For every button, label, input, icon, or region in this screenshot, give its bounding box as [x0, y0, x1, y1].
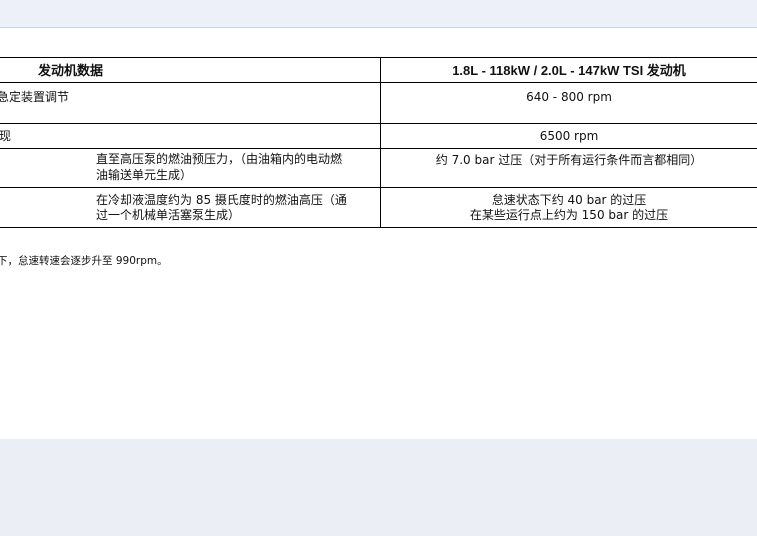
table-header-col2: 1.8L - 118kW / 2.0L - 147kW TSI 发动机	[452, 63, 686, 78]
table-row-label: 现	[0, 129, 12, 143]
table-row-value-line2: 在某些运行点上约为 150 bar 的过压	[469, 208, 669, 222]
document-page: 发动机数据 1.8L - 118kW / 2.0L - 147kW TSI 发动…	[0, 28, 757, 439]
table-row-divider	[0, 123, 757, 124]
table-row-label: 急定装置调节	[0, 90, 70, 104]
table-top-border	[0, 57, 757, 58]
table-row-value: 6500 rpm	[539, 129, 599, 143]
table-row-label-line1: 在冷却液温度约为 85 摄氏度时的燃油高压（通	[96, 193, 347, 207]
table-row-value: 约 7.0 bar 过压（对于所有运行条件而言都相同）	[435, 153, 703, 167]
table-row-value: 640 - 800 rpm	[526, 90, 612, 104]
table-header-col1: 发动机数据	[38, 63, 104, 78]
top-toolbar	[0, 0, 757, 28]
table-row-label-line2: 过一个机械单活塞泵生成）	[96, 208, 241, 222]
page-background	[0, 439, 757, 536]
footnote-text: 下，怠速转速会逐步升至 990rpm。	[0, 255, 168, 267]
table-bottom-border	[0, 227, 757, 228]
table-row-label-line1: 直至高压泵的燃油预压力，（由油箱内的电动燃	[96, 152, 343, 166]
table-header-divider	[0, 82, 757, 83]
table-row-value-line1: 怠速状态下约 40 bar 的过压	[491, 193, 647, 207]
table-row-divider	[0, 148, 757, 149]
table-row-label-line2: 油输送单元生成）	[96, 168, 193, 182]
table-row-divider	[0, 187, 757, 188]
